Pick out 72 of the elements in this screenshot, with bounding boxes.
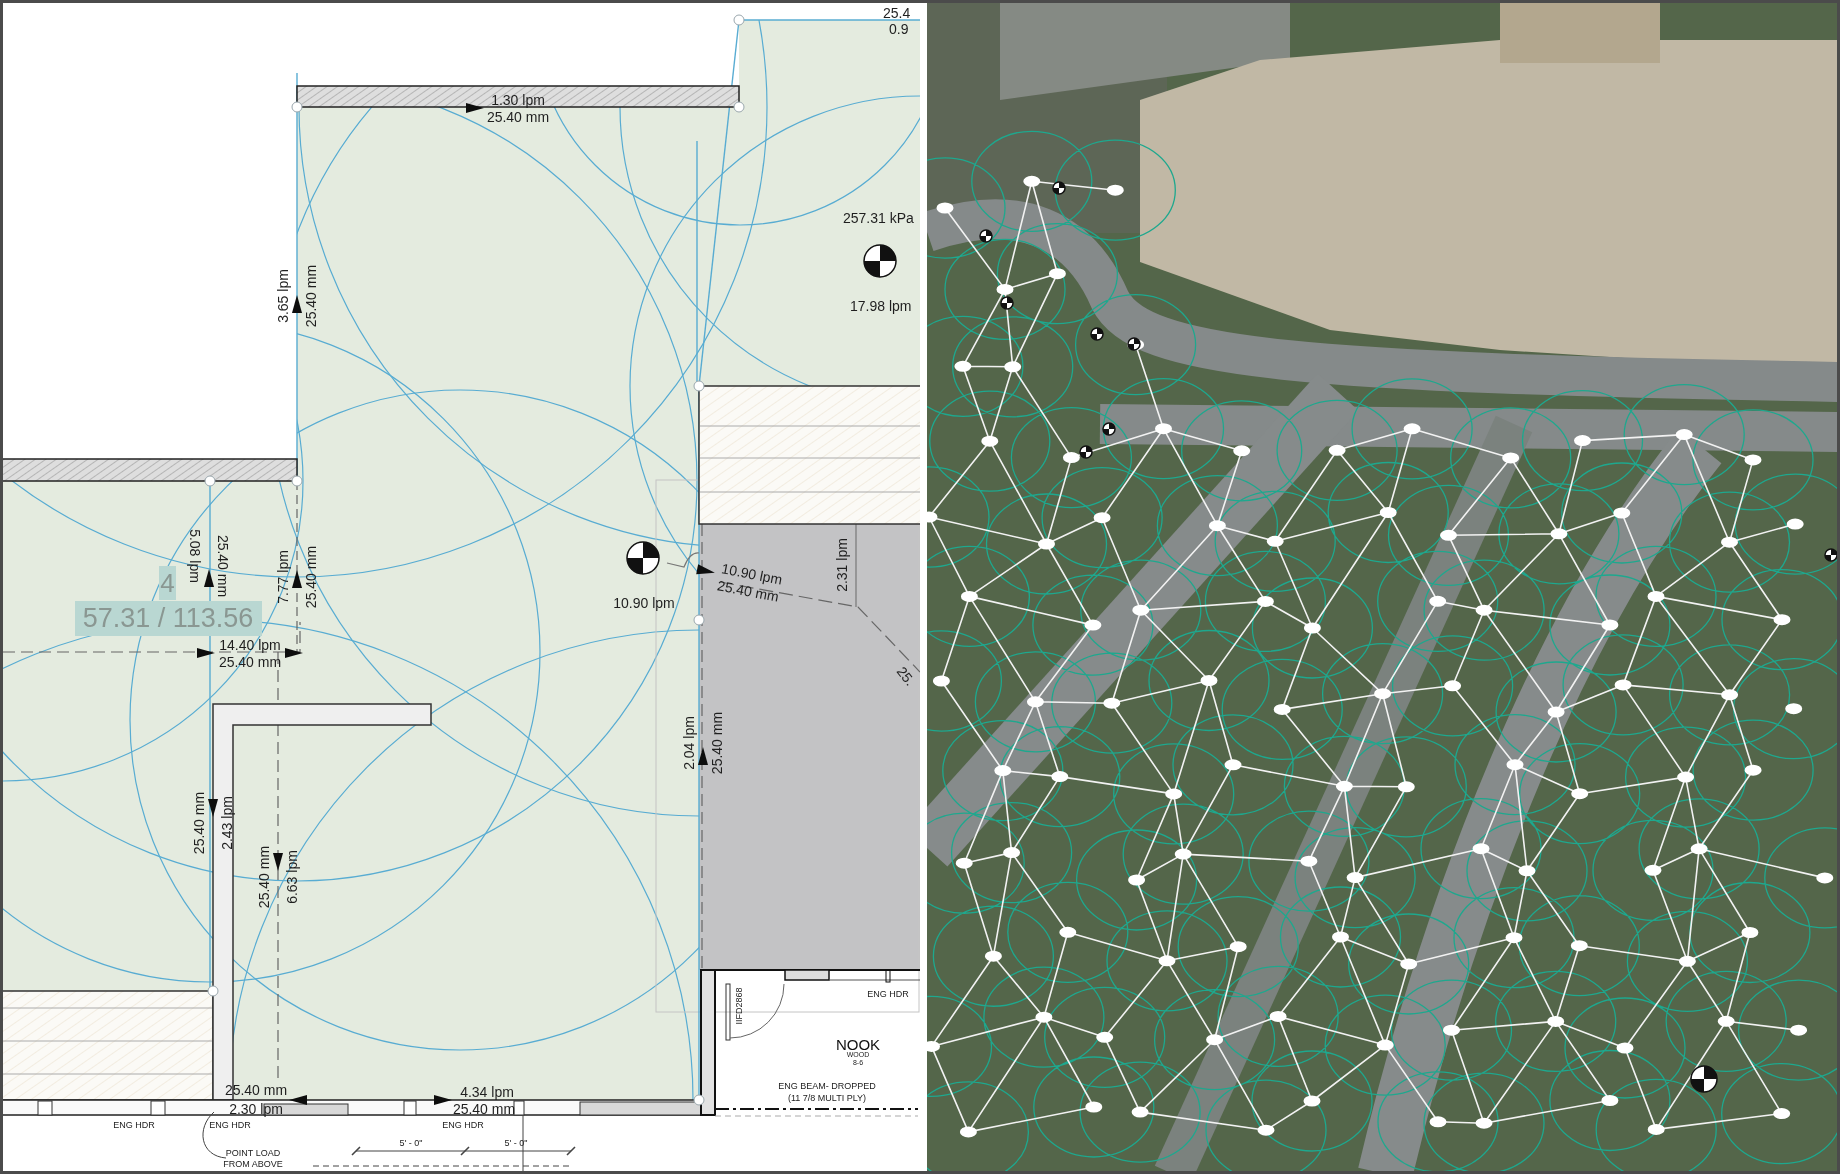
door-swing-drawing bbox=[725, 983, 785, 1041]
flow-arrow-icon bbox=[197, 648, 215, 658]
flow-rate-label: 2.43 lpm bbox=[219, 796, 235, 850]
sprinkler-head-icon bbox=[204, 475, 216, 487]
flow-rate-label: 5.08 lpm bbox=[187, 529, 203, 583]
measurement-label: 2.31 lpm bbox=[834, 538, 850, 592]
flow-arrow-icon bbox=[204, 569, 214, 587]
door-tag: IIFD2868 bbox=[734, 987, 744, 1025]
quartered-circle-icon bbox=[863, 244, 897, 278]
flow-arrow-icon bbox=[698, 747, 708, 765]
flow-rate-label: 7.77 lpm bbox=[275, 550, 291, 604]
quartered-circle-icon bbox=[1127, 337, 1141, 351]
measurement-label: 10.90 lpm bbox=[613, 595, 675, 611]
sprinkler-head-icon bbox=[291, 101, 303, 113]
flow-arrow-icon bbox=[208, 799, 218, 817]
room-name: NOOK bbox=[835, 1035, 881, 1053]
header-note: ENG HDR bbox=[209, 1120, 251, 1130]
flow-rate-label: 14.40 lpm bbox=[219, 637, 281, 653]
pipe-size-label: 25.40 mm bbox=[303, 264, 319, 328]
flow-arrow-icon bbox=[292, 570, 302, 588]
dimension-label: 5' - 0" bbox=[399, 1138, 423, 1148]
header-note: ENG HDR bbox=[113, 1120, 155, 1130]
header-note: ENG HDR bbox=[867, 989, 909, 999]
sprinkler-head-icon bbox=[693, 614, 705, 626]
callout-note: POINT LOAD FROM ABOVE bbox=[223, 1148, 283, 1169]
dimension-label: 5' - 0" bbox=[504, 1138, 528, 1148]
flow-arrow-icon bbox=[466, 103, 484, 113]
pipe-size-label: 25.40 mm bbox=[215, 534, 231, 598]
guide-line bbox=[666, 552, 700, 568]
quartered-circle-icon bbox=[1079, 445, 1093, 459]
measurement-label: 257.31 kPa bbox=[843, 210, 914, 226]
pipe-size-label: 25.40 mm bbox=[256, 845, 272, 909]
sprinkler-head-icon bbox=[207, 985, 219, 997]
quartered-circle-icon bbox=[979, 229, 993, 243]
quartered-circle-icon bbox=[1000, 296, 1014, 310]
pipe-size-label: 25.40 mm bbox=[303, 545, 319, 609]
pipe-size-label: 25.40 mm bbox=[709, 711, 725, 775]
flow-rate-label: 1.30 lpm bbox=[491, 92, 545, 108]
pipe-size-label: 25.40 mm bbox=[452, 1101, 516, 1117]
flow-arrow-icon bbox=[285, 648, 303, 658]
flow-arrow-icon bbox=[292, 295, 302, 313]
sprinkler-head-icon bbox=[733, 101, 745, 113]
quartered-circle-icon bbox=[626, 541, 660, 575]
leader-line bbox=[202, 1111, 227, 1159]
pipe-size-label: 25.40 mm bbox=[486, 109, 550, 125]
sprinkler-head-icon bbox=[733, 14, 745, 26]
quartered-circle-icon bbox=[1102, 422, 1116, 436]
measurement-label: 25. bbox=[893, 663, 919, 689]
flow-rate-label: 3.65 lpm bbox=[275, 269, 291, 323]
flow-rate-label: 4.34 lpm bbox=[460, 1084, 514, 1100]
zone-flow-label: 57.31 / 113.56 bbox=[75, 601, 262, 636]
sprinkler-head-icon bbox=[291, 475, 303, 487]
quartered-circle-icon bbox=[1090, 327, 1104, 341]
measurement-label: 17.98 lpm bbox=[850, 298, 912, 314]
flow-rate-label: 2.04 lpm bbox=[681, 716, 697, 770]
flow-rate-label: 2.30 lpm bbox=[229, 1101, 283, 1117]
flow-arrow-icon bbox=[289, 1095, 307, 1105]
pipe-size-label: 25.40 mm bbox=[191, 791, 207, 855]
measurement-label: 25.4 bbox=[883, 5, 911, 21]
flow-arrow-icon bbox=[273, 853, 283, 871]
quartered-circle-icon bbox=[1690, 1065, 1718, 1093]
pipe-size-label: 25.40 mm bbox=[218, 654, 282, 670]
sprinkler-head-icon bbox=[693, 380, 705, 392]
flow-arrow-icon bbox=[696, 564, 715, 575]
sprinkler-head-icon bbox=[693, 1094, 705, 1106]
zone-number-label: 4 bbox=[159, 566, 176, 600]
measurement-label: 0.9 bbox=[889, 21, 909, 37]
flow-rate-label: 6.63 lpm bbox=[284, 850, 300, 904]
beam-note: ENG BEAM- DROPPED (11 7/8 MULTI PLY) bbox=[778, 1081, 876, 1103]
header-note: ENG HDR bbox=[442, 1120, 484, 1130]
quartered-circle-icon bbox=[1052, 181, 1066, 195]
flow-arrow-icon bbox=[434, 1095, 452, 1105]
